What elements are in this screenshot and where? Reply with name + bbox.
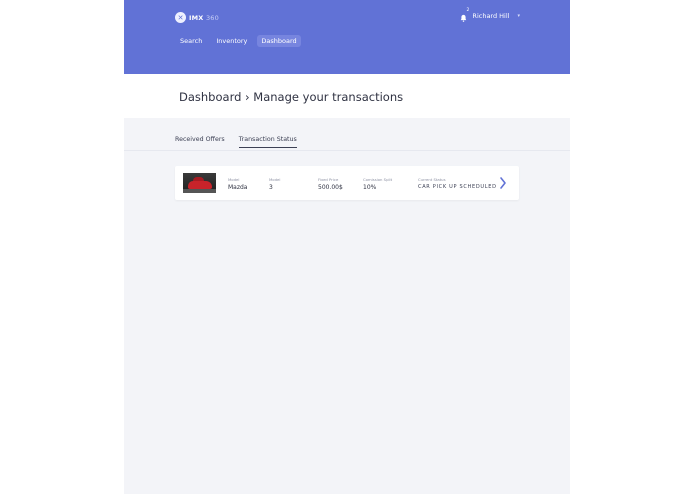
nav-item-dashboard[interactable]: Dashboard [257, 35, 301, 47]
top-header: ✕ IMX 360 2 Richard Hill ▾ Search Invent… [124, 0, 570, 74]
nav-item-search[interactable]: Search [176, 35, 206, 47]
price-value: 500.00$ [318, 184, 343, 191]
app-root: ✕ IMX 360 2 Richard Hill ▾ Search Invent… [124, 0, 570, 494]
price-field: Fixed Price 500.00$ [318, 177, 343, 191]
tab-transaction-status[interactable]: Transaction Status [238, 136, 297, 148]
notification-count-badge: 2 [466, 8, 470, 13]
tab-received-offers[interactable]: Received Offers [175, 136, 225, 148]
make-value: Mazda [228, 184, 248, 191]
user-name: Richard Hill [472, 12, 510, 20]
status-label: Current Status [418, 177, 446, 182]
main-nav: Search Inventory Dashboard [176, 35, 301, 47]
car-thumbnail [183, 173, 216, 193]
status-value: CAR PICK UP SCHEDULED [418, 184, 497, 190]
title-band: Dashboard › Manage your transactions [124, 74, 570, 118]
make-label: Model [228, 177, 240, 182]
nav-item-inventory[interactable]: Inventory [212, 35, 251, 47]
logo[interactable]: ✕ IMX 360 [175, 12, 219, 23]
status-field: Current Status CAR PICK UP SCHEDULED [418, 177, 497, 190]
chevron-down-icon[interactable]: ▾ [517, 13, 520, 19]
transaction-card[interactable]: Model Mazda Model 3 Fixed Price 500.00$ … [175, 166, 519, 200]
model-field: Model 3 [269, 177, 280, 191]
model-value: 3 [269, 184, 273, 191]
model-label: Model [269, 177, 281, 182]
commission-split-label: Comission Split [363, 177, 393, 182]
logo-suffix: 360 [205, 13, 219, 22]
user-menu[interactable]: 2 Richard Hill ▾ [458, 8, 520, 22]
logo-text: IMX 360 [189, 14, 219, 22]
logo-name: IMX [189, 13, 204, 22]
chevron-right-icon[interactable] [499, 176, 507, 190]
tab-divider [124, 150, 570, 151]
car-ground [183, 189, 216, 193]
price-label: Fixed Price [318, 177, 339, 182]
page-title: Dashboard › Manage your transactions [179, 90, 404, 104]
make-field: Model Mazda [228, 177, 248, 191]
car-body [188, 181, 212, 189]
commission-split-field: Comission Split 10% [363, 177, 392, 191]
bell-icon [460, 14, 467, 22]
logo-icon: ✕ [175, 12, 186, 23]
notification-bell[interactable]: 2 [458, 8, 470, 22]
commission-split-value: 10% [363, 184, 377, 191]
tabs: Received Offers Transaction Status [175, 136, 297, 148]
